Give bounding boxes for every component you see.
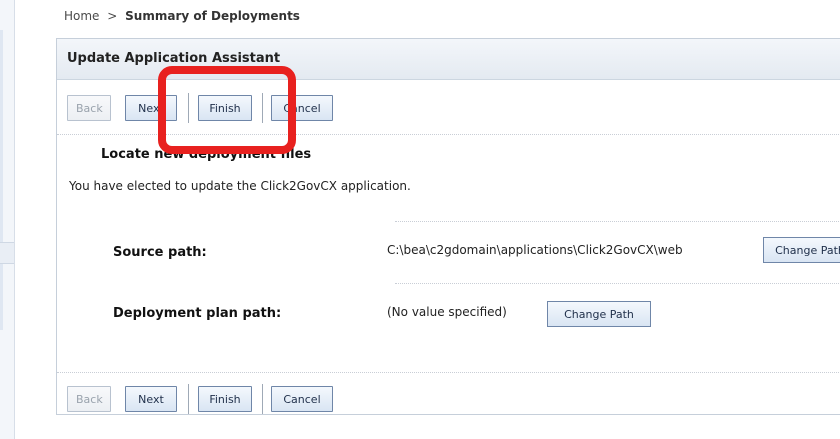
button-separator bbox=[188, 93, 189, 123]
left-strip-splitter-tab[interactable] bbox=[0, 242, 14, 264]
breadcrumb-current: Summary of Deployments bbox=[125, 9, 300, 23]
change-source-path-button[interactable]: Change Path bbox=[763, 237, 840, 263]
button-separator bbox=[188, 384, 189, 414]
panel-title: Update Application Assistant bbox=[67, 51, 281, 66]
cancel-button-top[interactable]: Cancel bbox=[271, 95, 333, 121]
back-button-top[interactable]: Back bbox=[67, 95, 111, 121]
deployment-plan-path-label: Deployment plan path: bbox=[113, 306, 282, 321]
next-button-bottom[interactable]: Next bbox=[125, 386, 177, 412]
section-description: You have elected to update the Click2Gov… bbox=[69, 179, 411, 193]
back-button-bottom[interactable]: Back bbox=[67, 386, 111, 412]
left-strip-accent bbox=[0, 30, 3, 330]
button-separator bbox=[262, 93, 263, 123]
breadcrumb: Home > Summary of Deployments bbox=[64, 9, 300, 23]
cancel-button-bottom[interactable]: Cancel bbox=[271, 386, 333, 412]
left-nav-strip bbox=[0, 0, 15, 439]
panel-header: Update Application Assistant bbox=[57, 39, 840, 80]
next-button-top[interactable]: Next bbox=[125, 95, 177, 121]
change-plan-path-button[interactable]: Change Path bbox=[547, 301, 651, 327]
divider bbox=[395, 221, 840, 222]
button-separator bbox=[262, 384, 263, 414]
assistant-panel: Update Application Assistant Back Next F… bbox=[56, 38, 840, 415]
breadcrumb-home-link[interactable]: Home bbox=[64, 9, 99, 23]
deployment-plan-path-value: (No value specified) bbox=[387, 305, 507, 319]
source-path-value: C:\bea\c2gdomain\applications\Click2GovC… bbox=[387, 243, 683, 257]
divider bbox=[57, 134, 840, 135]
breadcrumb-separator: > bbox=[107, 9, 118, 23]
finish-button-bottom[interactable]: Finish bbox=[198, 386, 252, 412]
section-title: Locate new deployment files bbox=[101, 147, 312, 162]
finish-button-top[interactable]: Finish bbox=[198, 95, 252, 121]
divider bbox=[57, 372, 840, 373]
source-path-label: Source path: bbox=[113, 245, 207, 260]
divider bbox=[395, 283, 840, 284]
